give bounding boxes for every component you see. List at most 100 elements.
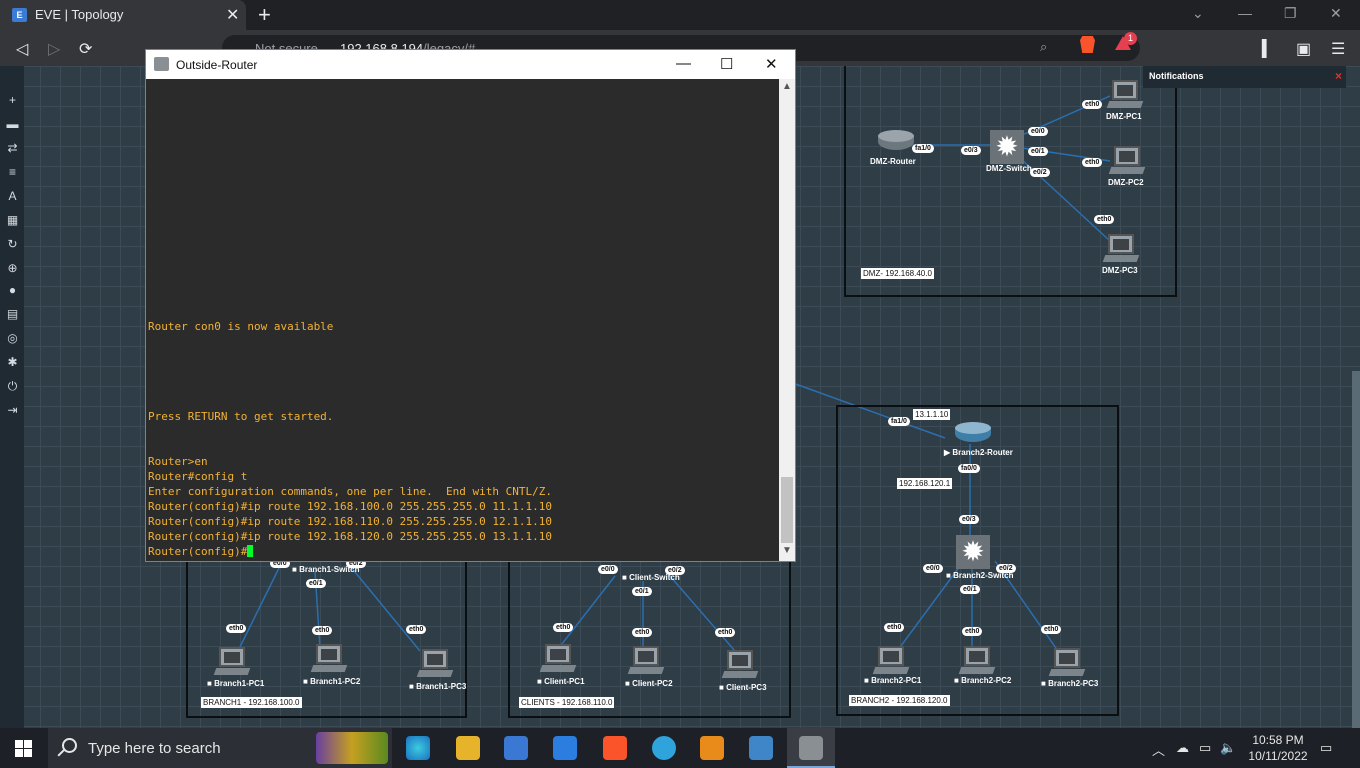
client-pc2-icon[interactable] [627, 646, 665, 676]
photos-icon[interactable] [749, 736, 773, 760]
branch1-pc3-icon[interactable] [416, 649, 454, 679]
branch2-switch-e02-label: e0/2 [996, 564, 1016, 573]
notification-center-icon[interactable]: ▭ [1320, 740, 1332, 756]
branch2-pc3-name: ■ Branch2-PC3 [1041, 679, 1099, 688]
browser-tab[interactable]: E EVE | Topology ✕ [0, 0, 246, 30]
putty-taskbar-item[interactable] [787, 728, 835, 768]
terminal-window: Outside-Router — ☐ ✕ Router con0 is now … [145, 49, 796, 562]
branch1-pc1-name: ■ Branch1-PC1 [207, 679, 265, 688]
branch1-pc2-eth0-label: eth0 [312, 626, 333, 635]
dmz-switch-name: DMZ-Switch [986, 164, 1032, 173]
notifications-title: Notifications [1149, 71, 1204, 81]
edge-icon[interactable] [406, 736, 430, 760]
minimize-window-button[interactable]: — [1238, 5, 1252, 21]
telegram-icon[interactable] [652, 736, 676, 760]
dmz-pc2-icon[interactable] [1108, 146, 1146, 176]
file-explorer-icon[interactable] [456, 736, 480, 760]
show-hidden-icons[interactable]: ︿ [1152, 740, 1165, 759]
brave-icon[interactable] [603, 736, 627, 760]
terminal-close-button[interactable]: ✕ [765, 55, 778, 73]
dmz-box-label: DMZ- 192.168.40.0 [861, 268, 934, 279]
putty-taskbar-icon [799, 736, 823, 760]
client-pc3-icon[interactable] [721, 650, 759, 680]
tab-close-icon[interactable]: ✕ [226, 5, 239, 25]
store-icon[interactable] [504, 736, 528, 760]
terminal-line: Press RETURN to get started. [148, 410, 334, 423]
branch2-pc1-eth0-label: eth0 [884, 623, 905, 632]
dmz-pc1-icon[interactable] [1106, 80, 1144, 110]
branch1-switch-e01-label: e0/1 [306, 579, 326, 588]
branch2-pc3-eth0-label: eth0 [1041, 625, 1062, 634]
dmz-pc3-icon[interactable] [1102, 234, 1140, 264]
terminal-titlebar[interactable]: Outside-Router — ☐ ✕ [146, 50, 795, 79]
terminal-cursor [247, 545, 254, 557]
client-pc1-name: ■ Client-PC1 [537, 677, 585, 686]
brave-shields-icon[interactable] [1080, 36, 1095, 53]
dmz-pc3-eth0-label: eth0 [1094, 215, 1115, 224]
branch1-pc2-name: ■ Branch1-PC2 [303, 677, 361, 686]
network-icon[interactable]: ▭ [1199, 740, 1211, 756]
mail-icon[interactable] [553, 736, 577, 760]
terminal-output[interactable]: Router con0 is now available Press RETUR… [146, 79, 779, 561]
client-pc2-eth0-label: eth0 [632, 628, 653, 637]
branch2-wan-ip: 13.1.1.10 [913, 409, 951, 420]
taskbar-search-box[interactable]: Type here to search [48, 728, 392, 768]
scroll-down-icon[interactable]: ▼ [782, 545, 792, 556]
reload-icon[interactable]: ⟳ [79, 39, 92, 59]
close-window-button[interactable]: ✕ [1330, 5, 1342, 22]
terminal-line: Router(config)#ip route 192.168.120.0 25… [148, 530, 552, 543]
tab-search-chevron-icon[interactable]: ⌄ [1192, 5, 1204, 22]
back-icon[interactable]: ◁ [16, 39, 28, 59]
terminal-prompt: Router(config)# [148, 544, 552, 559]
notifications-close-icon[interactable]: × [1335, 69, 1342, 83]
dmz-pc1-name: DMZ-PC1 [1106, 112, 1142, 121]
volume-icon[interactable]: 🔈 [1220, 740, 1236, 756]
branch1-pc1-icon[interactable] [213, 647, 251, 677]
zoom-icon[interactable]: ⌕ [1040, 39, 1047, 55]
terminal-title: Outside-Router [176, 58, 258, 72]
windows-start-icon[interactable] [15, 740, 32, 757]
canvas-scrollbar[interactable] [1352, 371, 1360, 728]
branch2-pc1-icon[interactable] [872, 646, 910, 676]
terminal-minimize-button[interactable]: — [676, 55, 691, 72]
sidebar-toggle-icon[interactable]: ▍ [1262, 39, 1274, 59]
branch2-pc2-icon[interactable] [958, 646, 996, 676]
scroll-up-icon[interactable]: ▲ [782, 81, 792, 92]
branch1-pc2-icon[interactable] [310, 644, 348, 674]
vmware-icon[interactable] [700, 736, 724, 760]
dmz-router-icon[interactable] [878, 130, 914, 154]
dmz-switch-icon[interactable]: ✹ [990, 130, 1024, 164]
branch2-router-fa10-label: fa1/0 [888, 417, 910, 426]
terminal-scrollbar[interactable]: ▲ ▼ [779, 79, 795, 561]
forward-icon[interactable]: ▷ [48, 39, 60, 59]
wallet-icon[interactable]: ▣ [1296, 39, 1311, 59]
branch2-router-icon[interactable] [955, 422, 991, 446]
restore-window-button[interactable]: ❐ [1284, 5, 1297, 22]
client-switch-e00-label: e0/0 [598, 565, 618, 574]
taskbar-clock[interactable]: 10:58 PM 10/11/2022 [1243, 732, 1313, 764]
dmz-switch-e00-label: e0/0 [1028, 127, 1048, 136]
branch2-box-label: BRANCH2 - 192.168.120.0 [849, 695, 950, 706]
terminal-maximize-button[interactable]: ☐ [720, 55, 733, 73]
menu-icon[interactable]: ☰ [1331, 39, 1345, 59]
client-pc2-name: ■ Client-PC2 [625, 679, 673, 688]
branch1-pc1-eth0-label: eth0 [226, 624, 247, 633]
branch1-pc3-eth0-label: eth0 [406, 625, 427, 634]
dmz-router-interface: fa1/0 [912, 144, 934, 153]
scroll-thumb[interactable] [781, 477, 793, 543]
branch2-pc3-icon[interactable] [1048, 648, 1086, 678]
dmz-switch-e01-label: e0/1 [1028, 147, 1048, 156]
onedrive-icon[interactable]: ☁ [1176, 740, 1189, 756]
branch2-switch-icon[interactable]: ✹ [956, 535, 990, 569]
terminal-text: Router con0 is now available Press RETUR… [148, 79, 552, 559]
client-pc1-eth0-label: eth0 [553, 623, 574, 632]
new-tab-button[interactable]: + [258, 2, 271, 28]
client-pc1-icon[interactable] [539, 644, 577, 674]
